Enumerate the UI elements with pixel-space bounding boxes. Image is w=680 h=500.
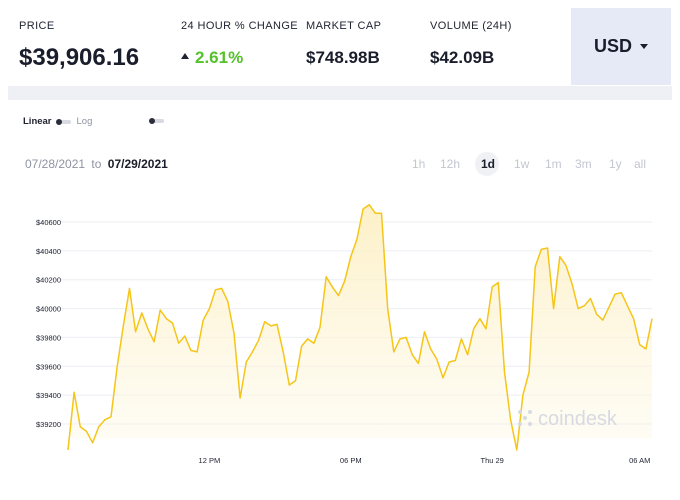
y-tick-label: $39200 <box>36 420 61 429</box>
change-stat: 24 HOUR % CHANGE 2.61% <box>181 20 298 68</box>
currency-label: USD <box>593 36 632 56</box>
price-value: $39,906.16 <box>19 44 140 71</box>
x-tick-label: 06 AM <box>629 456 650 465</box>
range-1d[interactable]: 1d <box>481 157 495 171</box>
market-cap-stat: MARKET CAP $748.98B <box>306 20 381 68</box>
volume-value: $42.09B <box>430 48 495 67</box>
market-cap-label: MARKET CAP <box>306 20 382 32</box>
watermark-text: coindesk <box>538 408 618 430</box>
y-tick-label: $40400 <box>36 247 61 256</box>
x-tick-label: 06 PM <box>340 456 362 465</box>
price-chart[interactable]: $39200 $39400 $39600 $39800 $40000 $40200 $404… <box>0 180 680 480</box>
range-selector: 1h 12h 1d 1w 1m 3m 1y all <box>0 157 680 173</box>
x-tick-label: Thu 29 <box>480 456 503 465</box>
y-tick-label: $40600 <box>36 218 61 227</box>
y-tick-label: $40000 <box>36 305 61 314</box>
market-stats-bar: PRICE $39,906.16 24 HOUR % CHANGE 2.61% … <box>0 0 680 86</box>
y-tick-label: $39800 <box>36 333 61 342</box>
scale-switch[interactable] <box>55 118 71 125</box>
switch-knob <box>149 118 155 124</box>
volume-label: VOLUME (24H) <box>430 20 512 32</box>
x-tick-label: 12 PM <box>199 456 221 465</box>
y-tick-label: $39600 <box>36 362 61 371</box>
scale-toggle: Linear Log <box>23 116 92 127</box>
price-label: PRICE <box>19 20 55 32</box>
scale-log-label[interactable]: Log <box>77 116 93 127</box>
currency-dropdown[interactable]: USD <box>571 8 671 85</box>
y-axis: $39200 $39400 $39600 $39800 $40000 $40200 $404… <box>36 218 61 429</box>
range-1w[interactable]: 1w <box>514 157 529 171</box>
change-label: 24 HOUR % CHANGE <box>181 20 299 32</box>
panel-divider <box>8 86 672 100</box>
price-stat: PRICE $39,906.16 <box>19 20 139 72</box>
up-arrow-icon <box>181 53 189 59</box>
y-tick-label: $40200 <box>36 276 61 285</box>
y-tick-label: $39400 <box>36 391 61 400</box>
range-all[interactable]: all <box>634 157 646 171</box>
switch-knob <box>55 118 62 125</box>
scale-linear-label[interactable]: Linear <box>23 116 52 127</box>
change-value-row: 2.61% <box>181 48 298 68</box>
range-1m[interactable]: 1m <box>545 157 562 171</box>
range-12h[interactable]: 12h <box>440 157 460 171</box>
change-value: 2.61% <box>195 48 244 67</box>
range-3m[interactable]: 3m <box>575 157 592 171</box>
range-1h[interactable]: 1h <box>412 157 425 171</box>
range-1y[interactable]: 1y <box>609 157 622 171</box>
chevron-down-icon <box>640 44 648 49</box>
secondary-toggle[interactable] <box>149 118 164 124</box>
market-cap-value: $748.98B <box>306 48 380 67</box>
volume-stat: VOLUME (24H) $42.09B <box>430 20 512 68</box>
x-axis: 12 PM 06 PM Thu 29 06 AM <box>199 456 651 465</box>
